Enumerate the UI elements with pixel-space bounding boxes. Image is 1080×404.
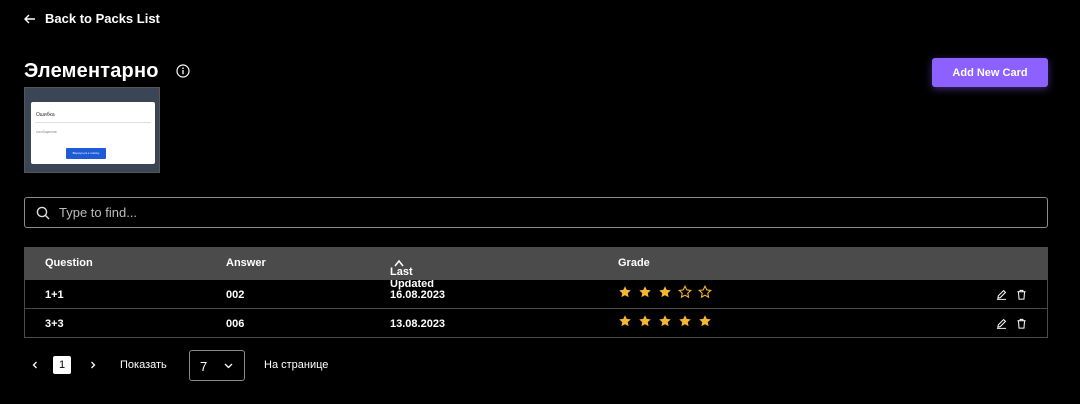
edit-icon[interactable] <box>996 318 1007 329</box>
star-filled-icon <box>679 315 691 327</box>
chevron-right-icon[interactable] <box>88 359 98 371</box>
back-to-packs-link[interactable]: Back to Packs List <box>24 11 160 26</box>
search-icon <box>36 206 50 219</box>
cover-dialog-title: Ошибка <box>36 112 55 118</box>
cover-dialog-card: Ошибка сообщение Вернуться к списку <box>31 102 155 164</box>
star-filled-icon <box>639 315 651 327</box>
arrow-left-icon <box>24 14 35 23</box>
per-page-value: 7 <box>200 359 208 374</box>
table-row: 1+1 002 16.08.2023 <box>25 279 1047 308</box>
cards-table: Question Answer Last Updated Grade 1+1 00… <box>24 247 1048 338</box>
pagination: 1 Показать 7 На странице <box>24 350 364 381</box>
star-filled-icon <box>639 286 651 298</box>
per-page-select[interactable]: 7 <box>189 350 245 381</box>
cell-question: 3+3 <box>45 318 64 330</box>
per-page-suffix-label: На странице <box>264 359 329 371</box>
star-filled-icon <box>659 286 671 298</box>
star-filled-icon <box>619 315 631 327</box>
trash-icon[interactable] <box>1016 289 1027 300</box>
star-outline-icon <box>698 285 712 299</box>
column-last-updated[interactable]: Last Updated <box>390 257 434 290</box>
column-grade[interactable]: Grade <box>618 257 650 269</box>
cell-last-updated: 16.08.2023 <box>390 289 446 301</box>
cell-last-updated: 13.08.2023 <box>390 318 446 330</box>
row-actions <box>996 318 1027 329</box>
row-actions <box>996 289 1027 300</box>
cell-question: 1+1 <box>45 289 64 301</box>
cell-answer: 002 <box>226 289 245 301</box>
chevron-left-icon[interactable] <box>30 359 40 371</box>
star-filled-icon <box>619 286 631 298</box>
search-box <box>24 197 1048 228</box>
cover-dialog-text: сообщение <box>36 129 57 134</box>
info-icon[interactable] <box>176 64 190 78</box>
back-link-label: Back to Packs List <box>45 11 160 26</box>
search-input[interactable] <box>59 205 959 220</box>
grade-stars <box>618 285 712 299</box>
pack-title: Элементарно <box>24 60 159 82</box>
pack-cover-image: Ошибка сообщение Вернуться к списку <box>24 87 160 173</box>
chevron-down-icon <box>224 363 233 369</box>
add-new-card-button[interactable]: Add New Card <box>932 58 1048 87</box>
star-filled-icon <box>699 315 711 327</box>
column-question[interactable]: Question <box>45 257 93 269</box>
edit-icon[interactable] <box>996 289 1007 300</box>
table-header: Question Answer Last Updated Grade <box>25 248 1047 290</box>
trash-icon[interactable] <box>1016 318 1027 329</box>
table-row: 3+3 006 13.08.2023 <box>25 308 1047 337</box>
cover-dialog-button: Вернуться к списку <box>66 148 106 159</box>
page-button-current[interactable]: 1 <box>53 356 71 374</box>
cell-answer: 006 <box>226 318 245 330</box>
cover-dialog-divider <box>35 122 151 123</box>
column-answer[interactable]: Answer <box>226 257 266 269</box>
star-filled-icon <box>659 315 671 327</box>
grade-stars <box>618 314 712 328</box>
show-label: Показать <box>120 359 167 371</box>
star-outline-icon <box>678 285 692 299</box>
